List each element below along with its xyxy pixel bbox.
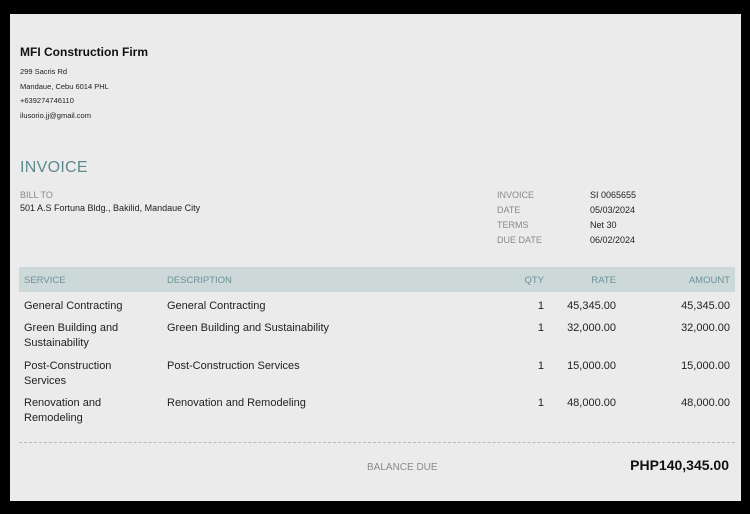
cell-description: General Contracting	[167, 300, 266, 312]
table-row: Renovation and Remodeling Renovation and…	[19, 396, 735, 433]
meta-row-due-date: DUE DATE 06/02/2024	[497, 235, 697, 250]
table-row: Green Building and Sustainability Green …	[19, 321, 735, 359]
cell-amount: 15,000.00	[681, 360, 730, 372]
meta-label: DATE	[497, 205, 521, 215]
cell-rate: 45,345.00	[567, 300, 616, 312]
meta-value: SI 0065655	[590, 190, 637, 200]
company-block: MFI Construction Firm 299 Sacris Rd Mand…	[20, 45, 148, 123]
cell-amount: 32,000.00	[681, 322, 730, 334]
cell-amount: 48,000.00	[681, 397, 730, 409]
cell-service: Green Building and Sustainability	[24, 322, 119, 349]
meta-row-invoice: INVOICE SI 0065655	[497, 190, 697, 205]
invoice-meta: INVOICE SI 0065655 DATE 05/03/2024 TERMS…	[497, 190, 697, 250]
company-address-line1: 299 Sacris Rd	[20, 67, 68, 76]
invoice-page: MFI Construction Firm 299 Sacris Rd Mand…	[10, 14, 741, 501]
cell-service: General Contracting	[24, 300, 123, 312]
table-header: SERVICE DESCRIPTION QTY RATE AMOUNT	[19, 267, 735, 292]
table-body: General Contracting General Contracting …	[19, 299, 735, 433]
company-address-line2: Mandaue, Cebu 6014 PHL	[20, 81, 109, 91]
cell-qty: 1	[537, 360, 544, 372]
cell-description: Green Building and Sustainability	[167, 322, 330, 334]
balance-due-label: BALANCE DUE	[367, 462, 438, 473]
header-amount: AMOUNT	[688, 275, 730, 286]
total-divider	[19, 442, 735, 443]
cell-service: Post-Construction Services	[24, 360, 112, 387]
balance-due-value: PHP140,345.00	[630, 457, 729, 473]
header-service: SERVICE	[24, 275, 66, 286]
company-phone: +639274746110	[20, 96, 74, 105]
table-row: Post-Construction Services Post-Construc…	[19, 359, 735, 396]
invoice-title: INVOICE	[20, 159, 88, 176]
meta-value: Net 30	[590, 220, 617, 230]
company-email: ilusorio.jj@gmail.com	[20, 110, 91, 120]
meta-label: INVOICE	[497, 190, 535, 200]
header-rate: RATE	[591, 275, 616, 286]
cell-qty: 1	[537, 322, 544, 334]
meta-label: DUE DATE	[497, 235, 542, 245]
meta-label: TERMS	[497, 220, 529, 230]
cell-qty: 1	[537, 300, 544, 312]
meta-row-date: DATE 05/03/2024	[497, 205, 697, 220]
cell-rate: 48,000.00	[567, 397, 616, 409]
cell-rate: 32,000.00	[567, 322, 616, 334]
header-description: DESCRIPTION	[167, 275, 232, 286]
bill-to-address: 501 A.S Fortuna Bldg., Bakilid, Mandaue …	[20, 203, 201, 213]
meta-value: 05/03/2024	[590, 205, 636, 215]
bill-to-label: BILL TO	[20, 190, 53, 200]
cell-qty: 1	[537, 397, 544, 409]
bill-to-block: BILL TO 501 A.S Fortuna Bldg., Bakilid, …	[20, 190, 200, 213]
cell-rate: 15,000.00	[567, 360, 616, 372]
meta-value: 06/02/2024	[590, 235, 636, 245]
header-qty: QTY	[524, 275, 544, 286]
table-row: General Contracting General Contracting …	[19, 299, 735, 321]
cell-description: Renovation and Remodeling	[167, 397, 306, 409]
company-name: MFI Construction Firm	[20, 45, 148, 59]
cell-amount: 45,345.00	[681, 300, 730, 312]
cell-service: Renovation and Remodeling	[24, 397, 102, 424]
cell-description: Post-Construction Services	[167, 360, 300, 372]
meta-row-terms: TERMS Net 30	[497, 220, 697, 235]
